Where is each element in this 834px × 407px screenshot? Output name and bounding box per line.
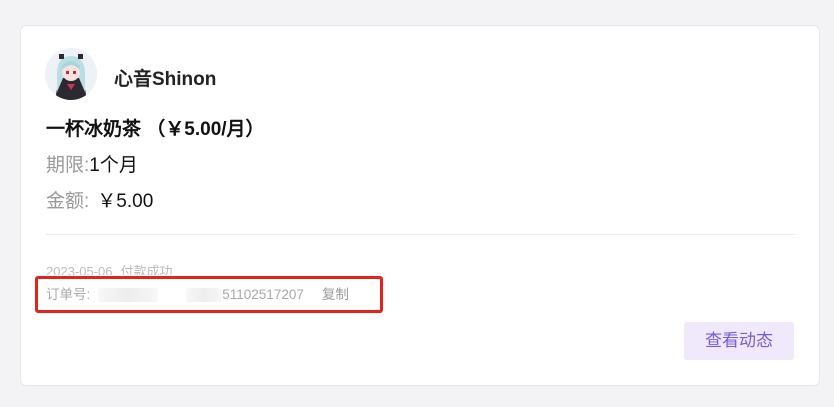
- order-number-redacted: [186, 288, 223, 303]
- avatar-image: [45, 48, 97, 100]
- creator-name[interactable]: 心音Shinon: [114, 64, 216, 91]
- payment-status: 付款成功: [120, 264, 173, 275]
- creator-avatar[interactable]: [45, 48, 97, 100]
- order-number-row: 订单号: 51102517207 复制: [46, 286, 349, 304]
- payment-date: 2023-05-06: [46, 264, 113, 275]
- amount-label: 金额:: [46, 191, 90, 212]
- order-card: 心音Shinon 一杯冰奶茶 （￥5.00/月） 期限:1个月 金额: ￥5.00…: [20, 25, 820, 386]
- order-number-tail: 51102517207: [222, 287, 304, 302]
- amount-value: ￥5.00: [97, 191, 154, 212]
- term-row: 期限:1个月: [46, 150, 138, 177]
- view-activity-button[interactable]: 查看动态: [684, 322, 794, 360]
- payment-meta: 2023-05-06 付款成功: [46, 261, 173, 275]
- order-number-redacted: [98, 288, 159, 303]
- copy-order-button[interactable]: 复制: [322, 287, 349, 302]
- order-label: 订单号:: [46, 287, 91, 302]
- amount-row: 金额: ￥5.00: [46, 186, 153, 213]
- divider: [46, 234, 796, 235]
- term-value: 1个月: [89, 155, 138, 176]
- plan-title: 一杯冰奶茶 （￥5.00/月）: [46, 119, 265, 140]
- term-label: 期限:: [46, 155, 90, 176]
